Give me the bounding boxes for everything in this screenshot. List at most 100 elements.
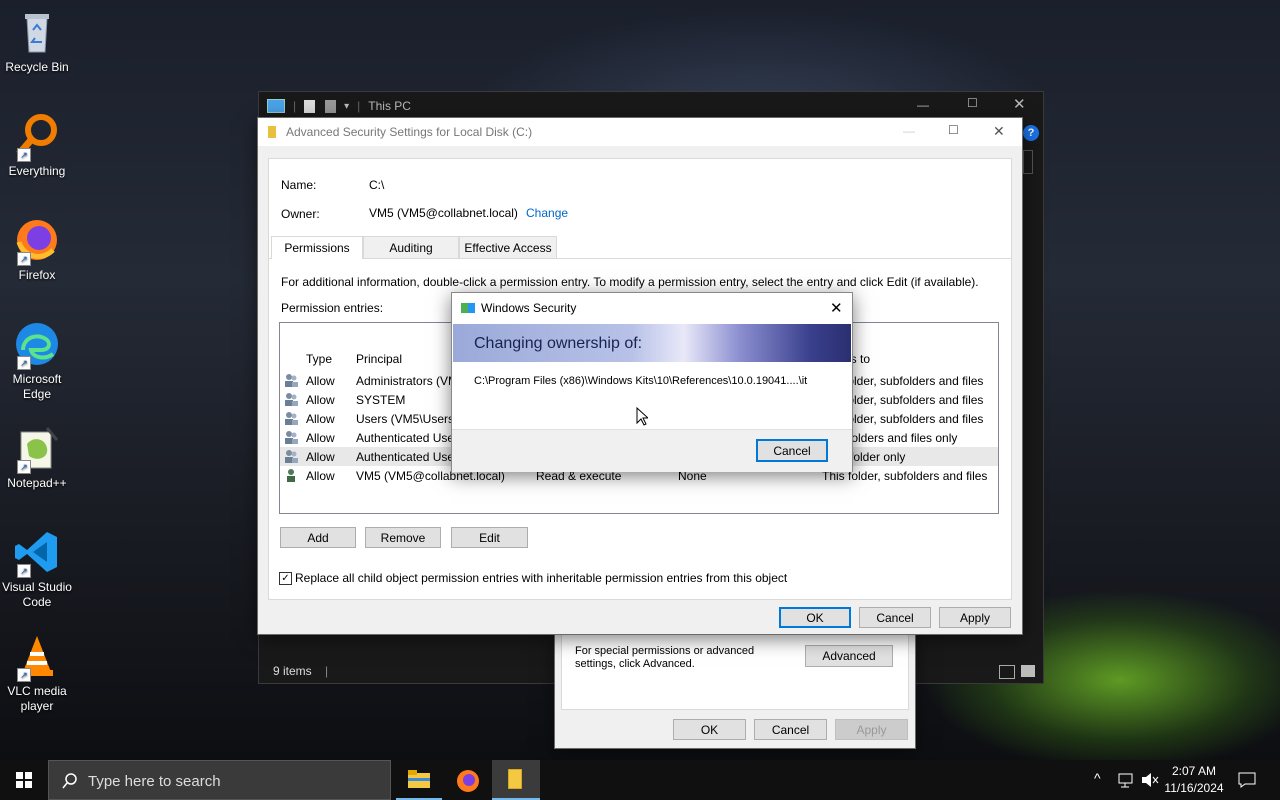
replace-child-label[interactable]: Replace all child object permission entr…	[295, 571, 787, 585]
shortcut-arrow-icon: ↗	[17, 460, 31, 474]
taskbar: Type here to search ^ 2:07 AM 11/16/2024	[0, 760, 1280, 800]
group-user-icon	[285, 374, 298, 387]
clock-time: 2:07 AM	[1171, 764, 1217, 778]
taskbar-file-explorer[interactable]	[396, 760, 442, 800]
row-principal: SYSTEM	[356, 392, 406, 407]
properties-ok-button[interactable]: OK	[673, 719, 746, 740]
explorer-titlebar: | ▾ | This PC — ☐ ✕	[259, 92, 1043, 120]
edit-button[interactable]: Edit	[451, 527, 528, 548]
everything-icon: ↗	[13, 112, 61, 162]
desktop-icon-vlc[interactable]: ↗ VLC media player	[0, 632, 74, 714]
vlc-icon: ↗	[13, 632, 61, 682]
shortcut-arrow-icon: ↗	[17, 252, 31, 266]
security-banner: Changing ownership of:	[453, 324, 851, 362]
shortcut-arrow-icon: ↗	[17, 356, 31, 370]
help-icon[interactable]: ?	[1023, 125, 1039, 141]
advanced-titlebar: Advanced Security Settings for Local Dis…	[258, 118, 1022, 146]
advanced-ok-button[interactable]: OK	[779, 607, 851, 628]
taskbar-search-box[interactable]: Type here to search	[48, 760, 391, 800]
shortcut-arrow-icon: ↗	[17, 148, 31, 162]
quick-access-dropdown-icon[interactable]: ▾	[344, 101, 349, 112]
replace-child-checkbox[interactable]: ✓	[279, 572, 292, 585]
search-placeholder: Type here to search	[88, 773, 221, 790]
change-owner-link[interactable]: Change	[526, 206, 568, 220]
desktop-icon-label: Recycle Bin	[5, 60, 69, 74]
explorer-close-button[interactable]: ✕	[1013, 95, 1026, 113]
search-icon	[62, 773, 77, 789]
row-type: Allow	[306, 373, 335, 388]
notepadpp-icon: ↗	[13, 424, 61, 474]
network-icon[interactable]	[1118, 772, 1136, 788]
row-applies-to: folder, subfolders and files	[844, 392, 984, 407]
user-icon	[287, 469, 295, 482]
tab-permissions[interactable]: Permissions	[271, 236, 363, 259]
status-item-count: 9 items	[273, 664, 312, 678]
properties-apply-button[interactable]: Apply	[835, 719, 908, 740]
firefox-icon: ↗	[13, 216, 61, 266]
row-principal: Authenticated Use	[356, 449, 455, 464]
taskbar-firefox[interactable]	[445, 760, 491, 800]
large-icons-view-icon[interactable]	[1021, 665, 1035, 677]
folder-icon	[268, 126, 276, 138]
desktop-icon-label: Everything	[8, 164, 66, 178]
details-view-icon[interactable]	[999, 665, 1015, 679]
notification-center-icon[interactable]	[1238, 772, 1256, 788]
desktop-icon-label: Firefox	[18, 268, 56, 282]
desktop-icon-vscode[interactable]: ↗ Visual Studio Code	[0, 528, 74, 610]
tab-strip: Permissions Auditing Effective Access	[269, 236, 1011, 259]
shortcut-arrow-icon: ↗	[17, 564, 31, 578]
add-button[interactable]: Add	[280, 527, 356, 548]
owner-label: Owner:	[281, 207, 320, 221]
advanced-minimize-button[interactable]: —	[903, 124, 915, 138]
column-header-principal[interactable]: Principal	[356, 352, 402, 366]
explorer-scroll-stub	[1023, 150, 1033, 174]
desktop-icon-notepadpp[interactable]: ↗ Notepad++	[0, 424, 74, 491]
show-hidden-icons-button[interactable]: ^	[1094, 770, 1101, 786]
clock-date: 11/16/2024	[1164, 781, 1224, 795]
properties-cancel-button[interactable]: Cancel	[754, 719, 827, 740]
tab-effective-access[interactable]: Effective Access	[459, 236, 557, 258]
security-title: Windows Security	[481, 301, 577, 315]
row-applies-to: folder only	[850, 449, 906, 464]
taskbar-security-window[interactable]	[492, 760, 540, 800]
explorer-minimize-button[interactable]: —	[917, 98, 929, 112]
advanced-cancel-button[interactable]: Cancel	[859, 607, 931, 628]
advanced-apply-button[interactable]: Apply	[939, 607, 1011, 628]
firefox-icon	[457, 770, 479, 792]
security-banner-text: Changing ownership of:	[474, 335, 643, 352]
explorer-maximize-button[interactable]: ☐	[967, 96, 978, 110]
security-titlebar: Windows Security ✕	[452, 293, 852, 323]
recycle-bin-icon	[13, 8, 61, 56]
desktop-icon-recycle-bin[interactable]: Recycle Bin	[0, 8, 74, 75]
tab-auditing[interactable]: Auditing	[363, 236, 459, 258]
desktop-icon-edge[interactable]: ↗ Microsoft Edge	[0, 320, 74, 402]
name-label: Name:	[281, 178, 317, 192]
windows-security-dialog: Windows Security ✕ Changing ownership of…	[451, 292, 853, 472]
volume-muted-icon[interactable]	[1141, 772, 1159, 788]
security-cancel-button[interactable]: Cancel	[756, 439, 828, 462]
folder-security-icon	[508, 769, 522, 789]
computer-icon	[267, 99, 285, 113]
security-close-button[interactable]: ✕	[830, 299, 843, 317]
remove-button[interactable]: Remove	[365, 527, 441, 548]
file-explorer-icon	[408, 770, 430, 788]
desktop-icon-label: Notepad++	[7, 476, 67, 490]
security-shield-icon	[461, 303, 475, 313]
start-button[interactable]	[0, 760, 48, 800]
advanced-close-button[interactable]: ✕	[993, 123, 1005, 140]
advanced-button[interactable]: Advanced	[805, 645, 893, 667]
desktop-icon-everything[interactable]: ↗ Everything	[0, 112, 74, 179]
row-type: Allow	[306, 430, 335, 445]
row-principal: Users (VM5\Users)	[356, 411, 459, 426]
row-type: Allow	[306, 392, 335, 407]
windows-logo-icon	[16, 772, 32, 788]
clock[interactable]: 2:07 AM 11/16/2024	[1162, 763, 1226, 797]
desktop-icon-label: VLC media player	[7, 684, 67, 713]
desktop-icon-firefox[interactable]: ↗ Firefox	[0, 216, 74, 283]
column-header-type[interactable]: Type	[306, 352, 332, 366]
properties-quick-icon[interactable]	[304, 99, 316, 113]
advanced-maximize-button[interactable]: ☐	[948, 123, 959, 137]
vscode-icon: ↗	[13, 528, 61, 578]
new-folder-quick-icon[interactable]	[325, 99, 337, 113]
row-applies-to: folder, subfolders and files	[844, 411, 984, 426]
